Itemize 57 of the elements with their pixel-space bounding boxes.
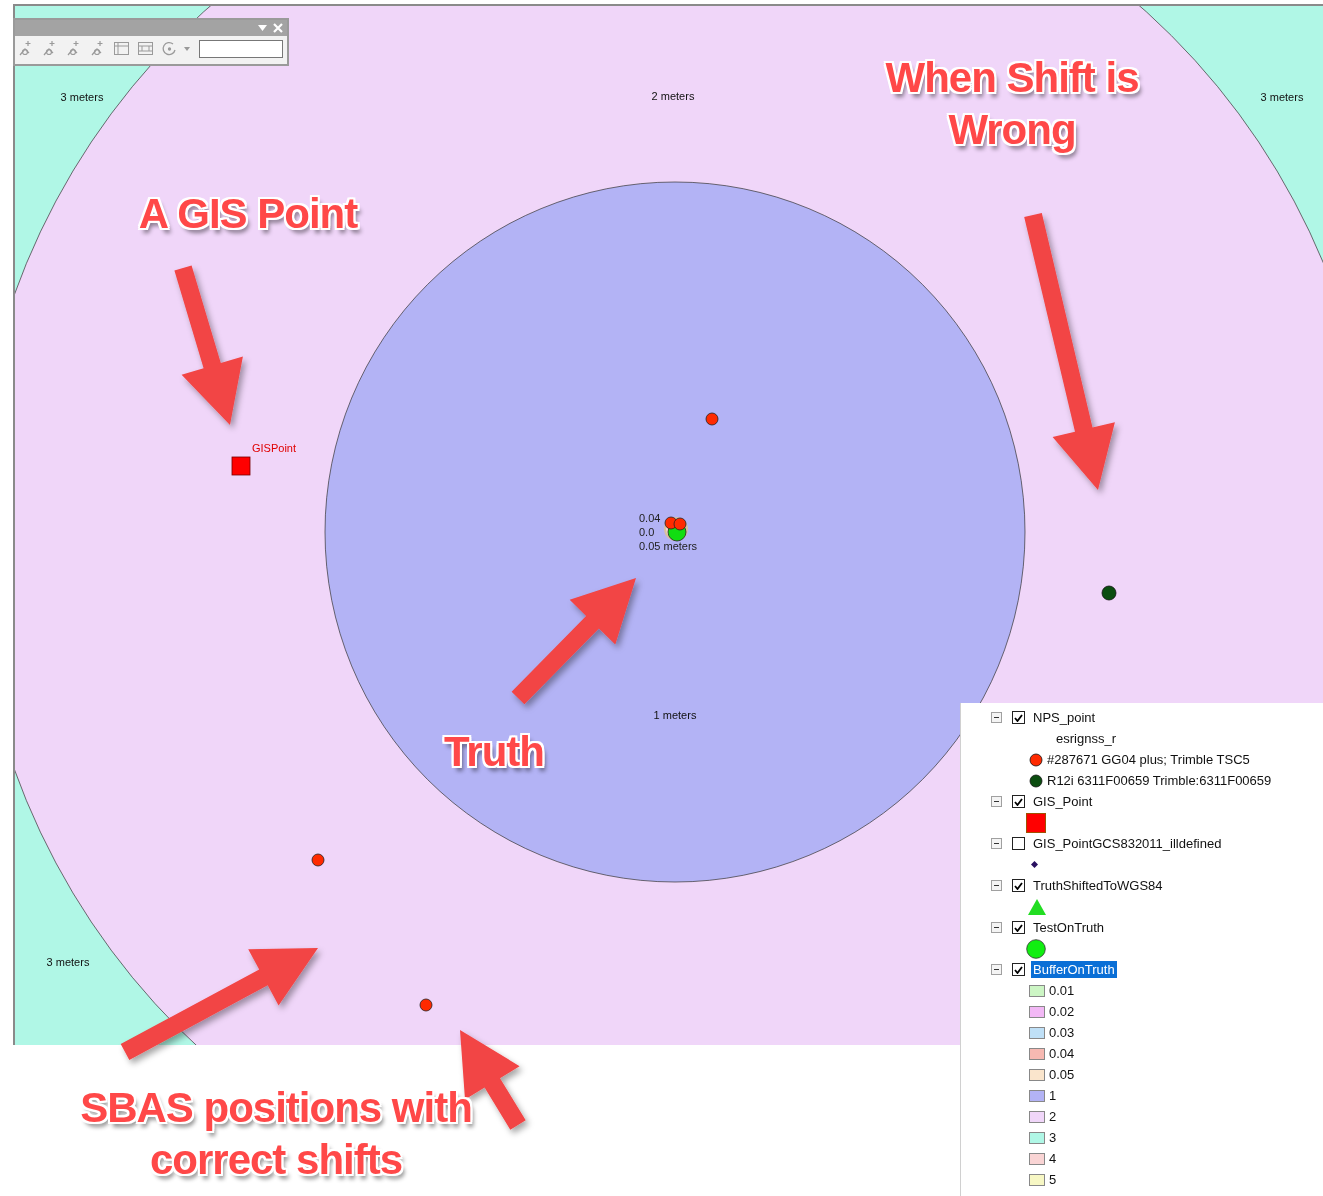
legend-label: 2: [1049, 1109, 1057, 1124]
minus-icon: [994, 927, 999, 928]
legend-label: #287671 GG04 plus; Trimble TSC5: [1047, 752, 1250, 767]
legend-label: 5: [1049, 1172, 1057, 1187]
distance-label: 0.05 meters: [639, 539, 698, 553]
legend-label: 0.01: [1049, 983, 1075, 998]
legend-label: 0.05: [1049, 1067, 1075, 1082]
layer-name[interactable]: BufferOnTruth: [1031, 961, 1117, 978]
legend-label: R12i 6311F00659 Trimble:6311F00659: [1047, 773, 1272, 788]
distance-label: 3 meters: [1260, 91, 1304, 103]
distance-label: 1 meters: [653, 709, 697, 721]
collapse-toggle[interactable]: [991, 838, 1002, 849]
annotation-text: When Shift is Wrong: [885, 53, 1139, 155]
checkbox[interactable]: [1012, 795, 1025, 808]
annotation-text: A GIS Point: [138, 189, 358, 239]
checkbox[interactable]: [1012, 711, 1025, 724]
distance-label: 0.04: [639, 511, 661, 525]
distance-label: 3 meters: [60, 91, 104, 103]
legend-heading: esrignss_r: [1056, 731, 1116, 746]
collapse-toggle[interactable]: [991, 964, 1002, 975]
legend-label: 0.03: [1049, 1025, 1075, 1040]
collapse-toggle[interactable]: [991, 796, 1002, 807]
square-point-icon: [231, 456, 251, 476]
layer-name[interactable]: GIS_PointGCS832011_illdefined: [1031, 835, 1224, 852]
layer-name[interactable]: GIS_Point: [1031, 793, 1095, 810]
minus-icon: [994, 885, 999, 886]
distance-label: 0.0: [639, 525, 655, 539]
gps-point-icon: [419, 998, 433, 1012]
layer-name[interactable]: TruthShiftedToWGS84: [1031, 877, 1165, 894]
checkbox[interactable]: [1012, 921, 1025, 934]
checkbox[interactable]: [1012, 837, 1025, 850]
collapse-toggle[interactable]: [991, 880, 1002, 891]
truth-marker-icon: [664, 516, 688, 542]
legend-label: 1: [1049, 1088, 1057, 1103]
minus-icon: [994, 717, 999, 718]
checkbox[interactable]: [1012, 963, 1025, 976]
legend-label: 3: [1049, 1130, 1057, 1145]
legend-label: 0.04: [1049, 1046, 1075, 1061]
distance-label: 3 meters: [46, 956, 90, 968]
distance-label: 2 meters: [651, 90, 695, 102]
collapse-toggle[interactable]: [991, 712, 1002, 723]
layer-name[interactable]: TestOnTruth: [1031, 919, 1107, 936]
legend-label: 0.02: [1049, 1004, 1075, 1019]
annotation-text: Truth: [444, 727, 544, 777]
gps-point-icon: [1101, 585, 1117, 601]
annotation-text: SBAS positions with correct shifts: [80, 1083, 472, 1185]
point-label: GISPoint: [252, 442, 297, 454]
checkbox[interactable]: [1012, 879, 1025, 892]
collapse-toggle[interactable]: [991, 922, 1002, 933]
input-field[interactable]: [199, 39, 283, 58]
layer-name[interactable]: NPS_point: [1031, 709, 1098, 726]
gps-point-icon: [311, 853, 325, 867]
minus-icon: [994, 801, 999, 802]
minus-icon: [994, 843, 999, 844]
minus-icon: [994, 969, 999, 970]
gps-point-icon: [705, 412, 719, 426]
legend-label: 4: [1049, 1151, 1057, 1166]
